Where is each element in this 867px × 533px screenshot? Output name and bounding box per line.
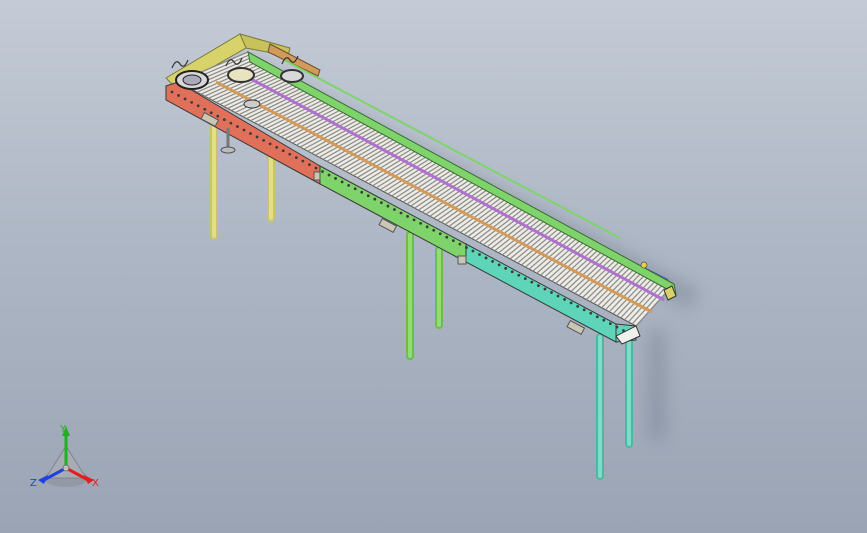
frame-hole xyxy=(438,232,442,236)
frame-hole xyxy=(589,311,593,315)
frame-hole xyxy=(314,166,318,170)
cad-viewport[interactable]: Y X Z xyxy=(0,0,867,533)
frame-hole xyxy=(432,228,436,232)
frame-hole xyxy=(445,235,449,239)
frame-hole xyxy=(595,315,599,319)
frame-hole xyxy=(294,156,298,160)
frame-hole xyxy=(209,111,213,115)
frame-hole xyxy=(203,107,207,111)
frame-hole xyxy=(327,173,331,177)
frame-hole xyxy=(602,318,606,322)
frame-hole xyxy=(386,204,390,208)
frame-hole xyxy=(236,125,239,128)
conveyor-model[interactable] xyxy=(0,0,867,533)
frame-hole xyxy=(425,225,429,229)
frame-hole xyxy=(393,208,396,211)
frame-hole xyxy=(222,118,226,122)
frame-hole xyxy=(334,177,337,180)
frame-hole xyxy=(484,256,488,260)
frame-hole xyxy=(183,97,187,101)
frame-hole xyxy=(170,90,174,94)
frame-hole xyxy=(360,190,364,194)
frame-hole xyxy=(373,197,377,201)
frame-hole xyxy=(321,170,324,173)
frame-hole xyxy=(366,194,370,198)
frame-hole xyxy=(478,253,481,256)
frame-hole xyxy=(255,135,259,139)
frame-hole xyxy=(563,298,566,301)
frame-hole xyxy=(608,322,612,326)
frame-hole xyxy=(556,294,560,298)
frame-hole xyxy=(301,159,305,163)
axis-triad: Y X Z xyxy=(30,424,99,489)
frame-hole xyxy=(419,221,423,225)
frame-hole xyxy=(451,239,455,243)
frame-hole xyxy=(465,246,468,249)
frame-hole xyxy=(569,301,573,305)
frame-hole xyxy=(582,308,586,312)
frame-hole xyxy=(576,304,580,308)
frame-hole xyxy=(504,266,508,270)
frame-hole xyxy=(523,277,527,281)
frame-hole xyxy=(275,145,279,149)
frame-hole xyxy=(196,104,200,108)
frame-hole xyxy=(517,273,521,277)
frame-hole xyxy=(537,284,540,288)
frame-hole xyxy=(491,260,495,263)
frame-hole xyxy=(550,291,553,294)
z-axis-label: Z xyxy=(30,478,37,489)
frame-hole xyxy=(510,270,514,274)
frame-hole xyxy=(615,325,619,329)
frame-hole xyxy=(412,218,416,222)
frame-hole xyxy=(399,211,403,215)
frame-hole xyxy=(347,183,351,187)
frame-hole xyxy=(288,152,292,156)
frame-hole xyxy=(622,329,625,332)
frame-hole xyxy=(281,149,285,153)
frame-hole xyxy=(379,201,383,205)
frame-hole xyxy=(229,121,233,125)
frame-hole xyxy=(543,287,547,291)
frame-hole xyxy=(406,215,409,218)
frame-hole xyxy=(216,114,220,118)
triad-origin xyxy=(62,464,70,472)
frame-hole xyxy=(458,242,462,246)
frame-hole xyxy=(177,94,180,97)
frame-hole xyxy=(242,128,246,132)
frame-hole xyxy=(497,263,501,267)
y-axis-label: Y xyxy=(59,424,67,435)
frame-hole xyxy=(262,139,266,142)
frame-hole xyxy=(190,100,194,104)
frame-hole xyxy=(471,249,475,253)
frame-hole xyxy=(308,163,311,167)
frame-hole xyxy=(249,132,252,135)
frame-hole xyxy=(340,180,344,184)
frame-hole xyxy=(353,187,357,191)
x-axis-label: X xyxy=(92,478,99,489)
frame-hole xyxy=(530,280,534,284)
frame-hole xyxy=(268,142,272,146)
